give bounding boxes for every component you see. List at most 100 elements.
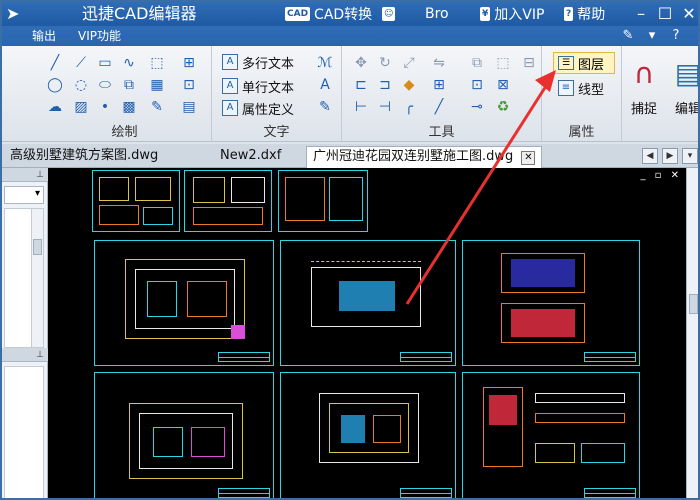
mirror-icon[interactable]: ⇋ [430,54,448,72]
text-pen-icon[interactable]: ✎ [316,98,334,116]
doc-tab-3[interactable]: 广州冠迪花园双连别墅施工图.dwg ✕ [306,146,543,168]
spline-icon[interactable]: ∿ [120,54,138,72]
extend-icon[interactable]: ⊣ [376,98,394,116]
pencil-icon[interactable]: ✎ [148,98,166,116]
rectangle-icon[interactable]: ▭ [96,54,114,72]
menu-output[interactable]: 输出 [32,28,56,44]
rotate-icon[interactable]: ↻ [376,54,394,72]
doc-tab-2[interactable]: New2.dxf [214,146,287,168]
viewport-controls[interactable]: _ ▫ ✕ [640,170,682,181]
edit-label: 编辑 [674,102,700,117]
layer-button[interactable]: ☰ 图层 [553,52,615,74]
attdef-button[interactable]: A 属性定义 [222,98,294,118]
close-window-icon[interactable]: ✕ [678,4,698,24]
help-label: 帮助 [577,7,606,23]
chamfer-icon[interactable]: ╱ [430,98,448,116]
vip-button[interactable]: ¥ 加入VIP [480,4,544,24]
move-icon[interactable]: ✥ [352,54,370,72]
panel-properties[interactable] [4,366,44,498]
table-icon[interactable]: ▤ [180,98,198,116]
snap-label: 捕捉 [630,102,657,117]
trim-icon[interactable]: ⊢ [352,98,370,116]
sheet-section[interactable] [462,372,640,498]
edit-doc-icon: ▤ [674,57,700,90]
array-icon[interactable]: ⊟ [520,54,538,72]
edit-big-button[interactable]: ▤ 编辑 [666,50,700,136]
polyline-icon[interactable]: ⟋ [72,54,90,72]
grid-icon[interactable]: ⊞ [430,76,448,94]
app-logo-icon[interactable]: ➤ [6,5,19,23]
line-icon[interactable]: ╱ [46,54,64,72]
doc-tab-1[interactable]: 高级别墅建筑方案图.dwg [4,146,164,168]
panel-scrollbar[interactable] [31,209,43,347]
minimize-icon[interactable]: – [630,4,652,24]
close-icon[interactable]: ✕ [521,151,536,165]
text-group-title: 文字 [263,125,290,140]
stretch-icon[interactable]: ⊏ [352,76,370,94]
sheet-floorplan-1[interactable] [94,240,274,366]
wipeout-icon[interactable]: ⊡ [180,76,198,94]
bro-button[interactable]: ☺ [382,4,399,24]
pin-icon[interactable]: ⊥ [36,348,44,362]
dropdown-icon[interactable]: ▾ [644,28,660,44]
revision-cloud-icon[interactable]: ☁ [46,98,64,116]
document-tabs: 高级别墅建筑方案图.dwg New2.dxf 广州冠迪花园双连别墅施工图.dwg… [2,144,698,168]
linetype-button[interactable]: ≡ 线型 [558,78,604,98]
mtext-icon: A [222,54,238,70]
draw-group-title: 绘制 [111,125,138,140]
help-button[interactable]: ? 帮助 [564,4,605,24]
drawing-canvas[interactable]: _ ▫ ✕ [48,168,686,498]
arc-icon[interactable]: ◌ [72,76,90,94]
scale-icon[interactable]: ⤢ [400,54,418,72]
tab-next-icon[interactable]: ▶ [662,148,678,164]
join-icon[interactable]: ⊸ [468,98,486,116]
offset-icon[interactable]: ⊐ [376,76,394,94]
layer-icon: ☰ [558,56,574,70]
maximize-icon[interactable]: ☐ [654,4,676,24]
menu-vip[interactable]: VIP功能 [78,28,121,44]
fill-icon[interactable]: ◆ [400,76,418,94]
panel-list[interactable] [4,208,44,348]
pin-icon[interactable]: ⊥ [36,168,44,182]
point-icon[interactable]: • [96,98,114,116]
snap-icon[interactable]: ⊡ [468,76,486,94]
user-icon: ☺ [382,7,396,21]
pen-icon[interactable]: ✎ [620,28,636,44]
panel-scroll-thumb[interactable] [33,239,42,255]
ellipse-icon[interactable]: ⬭ [96,76,114,94]
sheet-small-2[interactable] [184,170,272,232]
tab-prev-icon[interactable]: ◀ [642,148,658,164]
sheet-small-1[interactable] [92,170,180,232]
text-label: 单行文本 [242,80,295,96]
paste-icon[interactable]: ⬚ [494,54,512,72]
panel-dropdown[interactable]: ▾ [4,186,44,204]
circle-icon[interactable]: ◯ [46,76,64,94]
tab-list-icon[interactable]: ▾ [682,148,698,164]
copy-icon[interactable]: ⧉ [468,54,486,72]
sheet-site-plan[interactable] [280,240,456,366]
cad-convert-button[interactable]: CAD CAD转换 [285,4,372,24]
block-icon[interactable]: ⬚ [148,54,166,72]
bro-label-wrap[interactable]: Bro [425,4,449,24]
copy-shape-icon[interactable]: ⧉ [120,76,138,94]
canvas-scroll-thumb[interactable] [689,294,698,314]
sheet-floorplan-2[interactable] [94,372,274,498]
sheet-elevation-1[interactable] [462,240,640,366]
text-style-icon[interactable]: ℳ [316,54,334,72]
canvas-vertical-scrollbar[interactable] [686,168,698,498]
text-edit-icon[interactable]: A [316,76,334,94]
title-bar: ➤ 迅捷CAD编辑器 CAD CAD转换 ☺ Bro ¥ 加入VIP ? 帮助 … [2,2,698,26]
gradient-icon[interactable]: ▩ [120,98,138,116]
fillet-icon[interactable]: ╭ [400,98,418,116]
text-button[interactable]: A 单行文本 [222,76,294,96]
insert-block-icon[interactable]: ⊞ [180,54,198,72]
explode-icon[interactable]: ⊠ [494,76,512,94]
sheet-small-3[interactable] [278,170,368,232]
info-icon[interactable]: ? [668,28,684,44]
snap-big-button[interactable]: ∩ 捕捉 [622,50,666,136]
mtext-button[interactable]: A 多行文本 [222,52,294,72]
purge-icon[interactable]: ♻ [494,98,512,116]
image-icon[interactable]: ▦ [148,76,166,94]
hatch-icon[interactable]: ▨ [72,98,90,116]
sheet-floorplan-3[interactable] [280,372,456,498]
